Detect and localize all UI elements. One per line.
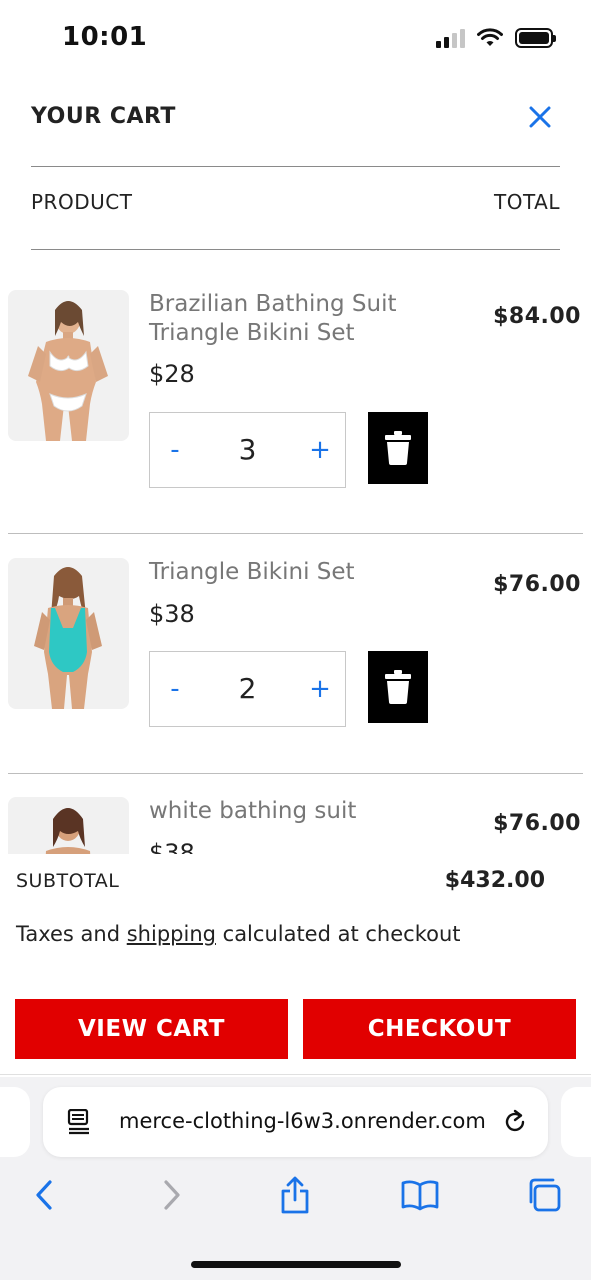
shipping-link[interactable]: shipping <box>127 922 216 946</box>
product-price: $38 <box>149 600 195 628</box>
model-figure <box>45 808 91 854</box>
chevron-left-icon <box>36 1180 52 1210</box>
checkout-button[interactable]: CHECKOUT <box>303 999 576 1059</box>
quantity-stepper: - 2 + <box>149 651 346 727</box>
item-divider <box>8 533 583 534</box>
page-menu-icon[interactable] <box>67 1109 91 1135</box>
item-divider <box>8 773 583 774</box>
back-button[interactable] <box>22 1173 66 1217</box>
chevron-right-icon <box>164 1180 180 1210</box>
taxes-note-suffix: calculated at checkout <box>215 922 461 946</box>
model-figure <box>28 301 108 441</box>
line-total: $76.00 <box>493 572 581 597</box>
product-name[interactable]: Brazilian Bathing Suit Triangle Bikini S… <box>149 290 449 348</box>
product-price: $28 <box>149 360 195 388</box>
book-icon <box>401 1180 439 1211</box>
cart-items-list[interactable]: Brazilian Bathing Suit Triangle Bikini S… <box>0 270 591 854</box>
tabs-icon <box>529 1178 561 1212</box>
remove-item-button[interactable] <box>368 412 428 484</box>
taxes-note-prefix: Taxes and <box>16 922 127 946</box>
remove-item-button[interactable] <box>368 651 428 723</box>
trash-icon <box>385 670 411 704</box>
status-time: 10:01 <box>62 22 148 52</box>
product-column-header: PRODUCT <box>31 190 133 214</box>
product-name[interactable]: white bathing suit <box>149 797 449 826</box>
column-header-divider <box>31 249 560 250</box>
increase-quantity-button[interactable]: + <box>295 652 345 726</box>
browser-chrome: merce-clothing-l6w3.onrender.com <box>0 1077 591 1280</box>
previous-tab-preview[interactable] <box>0 1087 30 1157</box>
forward-button[interactable] <box>150 1173 194 1217</box>
decrease-quantity-button[interactable]: - <box>150 413 200 487</box>
trash-icon <box>385 431 411 465</box>
decrease-quantity-button[interactable]: - <box>150 652 200 726</box>
battery-icon <box>515 28 556 48</box>
share-button[interactable] <box>273 1173 317 1217</box>
view-cart-button[interactable]: VIEW CART <box>15 999 288 1059</box>
close-button[interactable] <box>523 100 557 134</box>
increase-quantity-button[interactable]: + <box>295 413 345 487</box>
subtotal-label: SUBTOTAL <box>16 870 120 892</box>
subtotal-value: $432.00 <box>444 868 545 893</box>
tabs-button[interactable] <box>522 1173 566 1217</box>
quantity-stepper: - 3 + <box>149 412 346 488</box>
total-column-header: TOTAL <box>494 190 560 214</box>
product-image[interactable] <box>8 290 129 441</box>
address-bar[interactable]: merce-clothing-l6w3.onrender.com <box>43 1087 548 1157</box>
share-icon <box>281 1176 309 1214</box>
home-indicator[interactable] <box>191 1261 401 1268</box>
product-image[interactable] <box>8 797 129 854</box>
url-text[interactable]: merce-clothing-l6w3.onrender.com <box>119 1109 489 1133</box>
cart-title: YOUR CART <box>31 104 176 129</box>
status-bar: 10:01 <box>0 0 591 78</box>
product-price: $38 <box>149 839 195 854</box>
header-divider <box>31 166 560 167</box>
cellular-signal-icon <box>436 28 465 48</box>
close-icon <box>529 106 551 128</box>
summary-divider <box>0 1074 591 1075</box>
line-total: $84.00 <box>493 304 581 329</box>
product-name[interactable]: Triangle Bikini Set <box>149 558 449 587</box>
status-icons <box>436 28 556 48</box>
reload-icon[interactable] <box>502 1109 528 1135</box>
quantity-value[interactable]: 3 <box>200 413 295 487</box>
line-total: $76.00 <box>493 811 581 836</box>
wifi-icon <box>477 28 503 46</box>
quantity-value[interactable]: 2 <box>200 652 295 726</box>
next-tab-preview[interactable] <box>561 1087 591 1157</box>
taxes-note: Taxes and shipping calculated at checkou… <box>16 922 461 946</box>
model-figure <box>34 567 102 709</box>
cart-summary: SUBTOTAL $432.00 Taxes and shipping calc… <box>0 854 591 1076</box>
bookmarks-button[interactable] <box>398 1173 442 1217</box>
product-image[interactable] <box>8 558 129 709</box>
